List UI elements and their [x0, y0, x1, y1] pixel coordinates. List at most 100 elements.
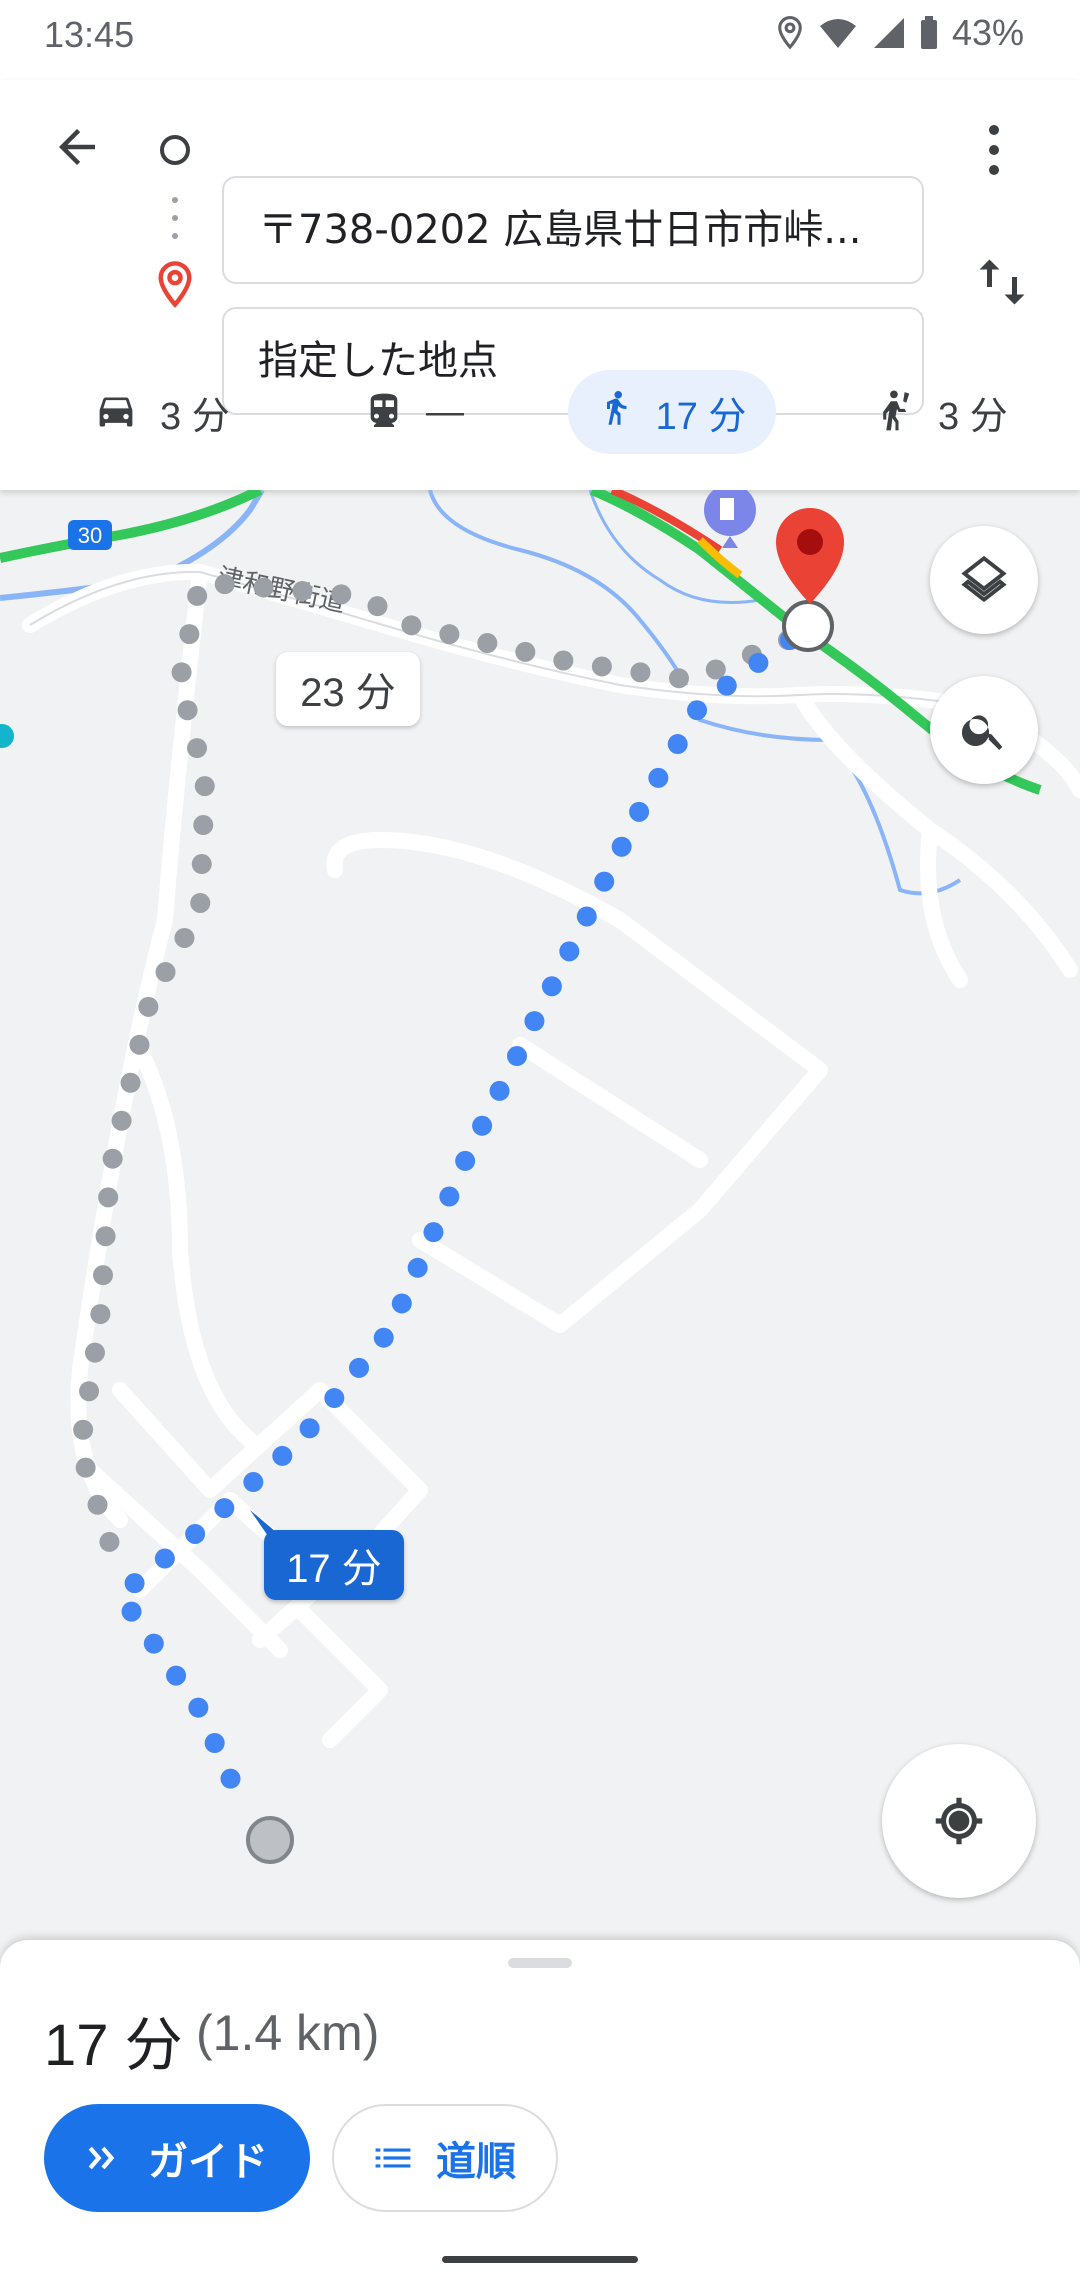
tab-ride-hailing-label: 3 分 [938, 395, 1008, 438]
car-icon [99, 397, 133, 427]
route-dot [120, 1072, 141, 1093]
route-dot [98, 1187, 119, 1208]
route-dot [171, 662, 192, 683]
layers-button[interactable] [930, 526, 1038, 634]
route-dot [191, 854, 212, 875]
main-route-time[interactable]: 17 分 [264, 1530, 404, 1600]
route-dot [155, 962, 176, 983]
tab-walking[interactable]: 17 分 [568, 370, 776, 454]
double-chevron-icon [88, 2146, 115, 2170]
back-arrow-icon[interactable] [50, 120, 104, 174]
origin-marker [246, 1816, 294, 1864]
my-location-button[interactable] [882, 1744, 1036, 1898]
route-dot [515, 641, 536, 662]
destination-marker[interactable] [776, 508, 844, 652]
route-dot [576, 906, 597, 927]
sheet-drag-handle[interactable] [508, 1958, 572, 1968]
route-dot [187, 585, 208, 606]
route-dot [477, 633, 498, 654]
route-dot [75, 1457, 96, 1478]
route-dot [193, 815, 214, 836]
route-dot [349, 1357, 370, 1378]
route-dot [90, 1304, 111, 1325]
system-gesture-bar [442, 2256, 638, 2263]
route-dot [553, 650, 574, 671]
battery-icon [920, 16, 937, 49]
swap-directions-icon[interactable] [972, 252, 1032, 312]
route-dot [185, 1523, 206, 1544]
route-dot [102, 1148, 123, 1169]
route-dot [299, 1418, 320, 1439]
route-dot [648, 767, 669, 788]
route-dot [667, 734, 688, 755]
route-connector-dots [172, 197, 178, 239]
tab-driving[interactable]: 3 分 [94, 370, 230, 454]
route-dot [214, 1498, 235, 1519]
route-dot [272, 1445, 293, 1466]
route-dot [559, 941, 580, 962]
route-dot [401, 615, 422, 636]
tab-transit-label: — [426, 390, 464, 433]
route-summary-sheet[interactable]: 17 分 (1.4 km) ガイド 道順 [0, 1940, 1080, 2280]
route-dot [99, 1531, 120, 1552]
route-dot [423, 1222, 444, 1243]
route-label-pointer [250, 1510, 276, 1536]
route-dot [124, 1573, 145, 1594]
layers-icon [961, 555, 1007, 603]
route-dot [143, 1633, 164, 1654]
route-dot [111, 1110, 132, 1131]
route-dot [179, 624, 200, 645]
tab-ride-hailing[interactable]: 3 分 [878, 370, 1008, 454]
route-dot [373, 1327, 394, 1348]
status-time: 13:45 [44, 14, 135, 55]
ride-hailing-icon [883, 390, 910, 431]
route-dot [292, 580, 313, 601]
route-dot [594, 871, 615, 892]
route-dot [472, 1115, 493, 1136]
road-label: 津和野街道 [215, 563, 348, 619]
route-dot [154, 1548, 175, 1569]
tab-driving-label: 3 分 [160, 395, 230, 438]
route-dot [541, 976, 562, 997]
map-view[interactable]: 30 津和野街道 23 分 17 分 [0, 490, 1080, 1940]
search-icon [961, 715, 1003, 750]
route-dot [668, 668, 689, 689]
route-dot [87, 1494, 108, 1515]
poi-marker[interactable] [0, 724, 14, 748]
svg-text:30: 30 [78, 523, 102, 548]
route-dot [367, 596, 388, 617]
route-dot [92, 1265, 113, 1286]
steps-button[interactable]: 道順 [332, 2104, 558, 2212]
more-options-icon[interactable] [982, 122, 1006, 178]
gas-station-icon[interactable] [704, 490, 756, 548]
status-icons: 43% [774, 12, 1024, 54]
route-dot [204, 1732, 225, 1753]
origin-input[interactable]: 〒738-0202 広島県廿日市市峠... [222, 176, 924, 284]
route-dot [439, 624, 460, 645]
route-dot [524, 1011, 545, 1032]
status-bar: 13:45 43% [0, 0, 1080, 80]
list-icon [375, 2148, 411, 2168]
route-dot [95, 1226, 116, 1247]
route-dot [253, 577, 274, 598]
route-dot [705, 659, 726, 680]
route-dot [748, 652, 769, 673]
route-dot [194, 776, 215, 797]
trip-duration: 17 分 [44, 2013, 183, 2078]
origin-circle-icon [160, 135, 190, 165]
search-along-route-button[interactable] [930, 676, 1038, 784]
route-dot [177, 700, 198, 721]
route-dot [138, 996, 159, 1017]
route-dot [190, 892, 211, 913]
route-dot [489, 1080, 510, 1101]
route-dot [455, 1150, 476, 1171]
route-dot [506, 1046, 527, 1067]
route-dot [407, 1257, 428, 1278]
route-dot [716, 675, 737, 696]
route-dot [331, 584, 352, 605]
tab-transit[interactable]: — [364, 370, 464, 454]
alternative-route-time[interactable]: 23 分 [276, 652, 420, 726]
route-dot [187, 738, 208, 759]
route-30-shield: 30 [68, 520, 112, 550]
start-navigation-button[interactable]: ガイド [44, 2104, 310, 2212]
